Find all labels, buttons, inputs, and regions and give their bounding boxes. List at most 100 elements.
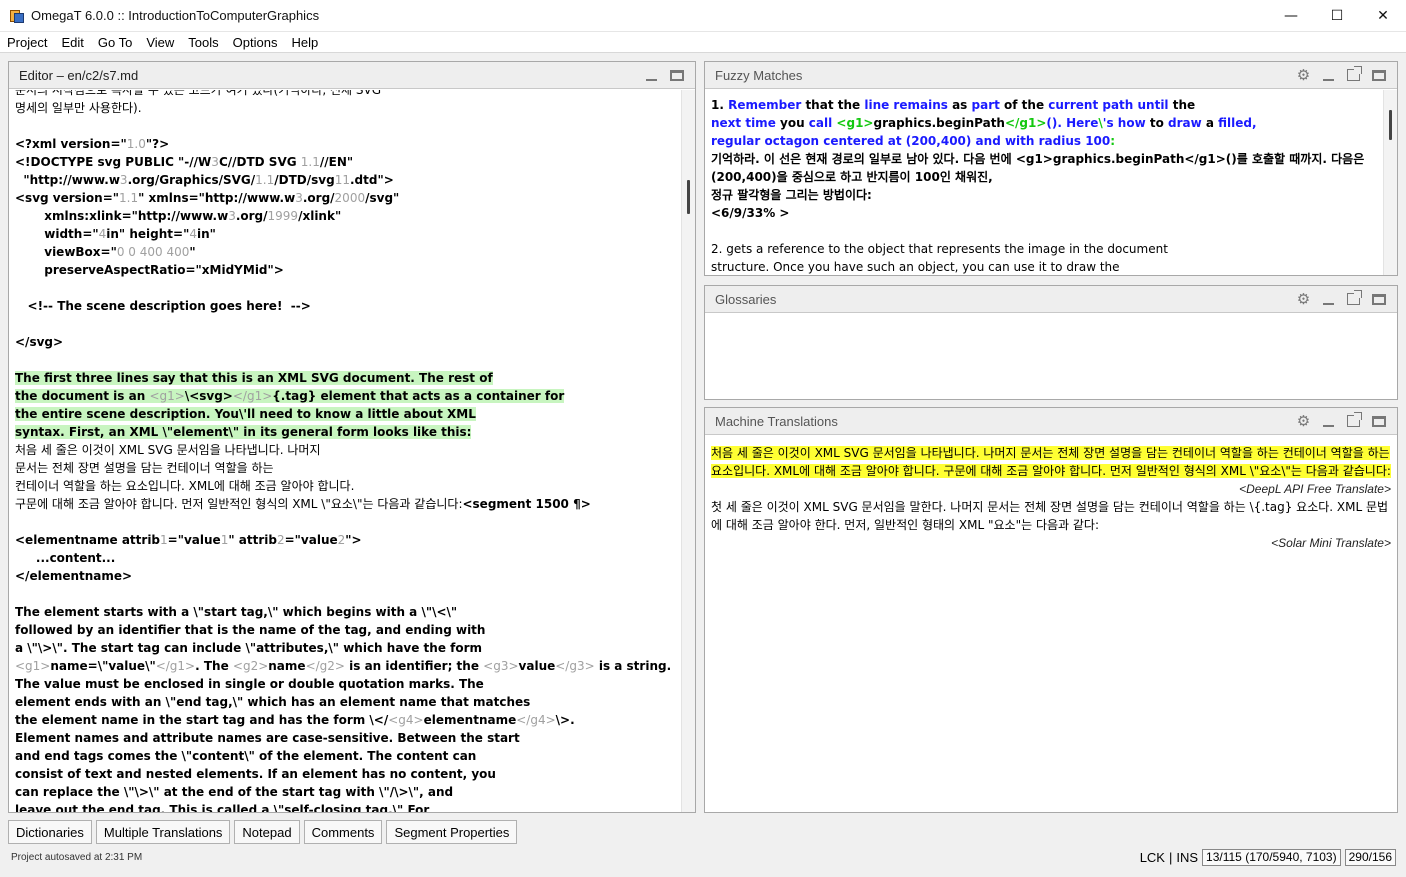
gear-icon[interactable]: ⚙ [1295,413,1312,430]
active-segment-target[interactable]: 구문에 대해 조금 알아야 합니다. 먼저 일반적인 형식의 XML \"요소\… [15,495,681,513]
fuzzy-match-target: (200,400)을 중심으로 하고 반지름이 100인 채워진, [711,170,993,184]
editor-header: Editor – en/c2/s7.md [9,62,695,89]
fuzzy-match-score: <6/9/33% > [711,206,790,220]
active-segment-source: the entire scene description. You\'ll ne… [15,407,476,421]
editor-line: 문서의 시작점으로 복사할 수 있는 코드가 여기 있다(기억하라, 전체 SV… [15,90,382,97]
fuzzy-matches-content[interactable]: 1. Remember that the line remains as par… [705,90,1383,275]
editor-line: <!DOCTYPE svg PUBLIC "-//W3C//DTD SVG 1.… [15,155,354,169]
minimize-pane-icon[interactable] [643,67,660,84]
menu-edit[interactable]: Edit [54,35,90,50]
editor-line: a \"\>\". The start tag can include \"at… [15,641,483,655]
menu-goto[interactable]: Go To [91,35,139,50]
status-separator: | [1168,849,1173,865]
close-window-button[interactable]: ✕ [1360,0,1406,32]
minimize-window-button[interactable]: — [1268,0,1314,32]
editor-scroll-thumb[interactable] [687,180,690,214]
fuzzy-scroll-thumb[interactable] [1389,110,1392,140]
minimize-pane-icon[interactable] [1320,413,1337,430]
tab-comments[interactable]: Comments [303,820,383,844]
machine-translations-title: Machine Translations [715,413,838,429]
fuzzy-matches-pane: Fuzzy Matches ⚙ 1. Remember that the lin… [704,61,1398,276]
editor-line: xmlns:xlink="http://www.w3.org/1999/xlin… [15,209,342,223]
editor-line: <!-- The scene description goes here! --… [15,299,311,313]
editor-line: <svg version="1.1" xmlns="http://www.w3.… [15,191,400,205]
undock-pane-icon[interactable] [1345,290,1362,308]
title-bar: OmegaT 6.0.0 :: IntroductionToComputerGr… [0,0,1406,32]
fuzzy-scrollbar[interactable] [1383,90,1397,275]
editor-title: Editor – en/c2/s7.md [19,67,139,83]
menu-options[interactable]: Options [226,35,285,50]
machine-translations-pane: Machine Translations ⚙ 처음 세 줄은 이것이 XML S… [704,407,1398,813]
machine-translations-header: Machine Translations ⚙ [705,408,1397,435]
active-segment-source: The first three lines say that this is a… [15,371,493,385]
bottom-tabs: Dictionaries Multiple Translations Notep… [8,820,518,844]
deepl-translation[interactable]: 처음 세 줄은 이것이 XML SVG 문서임을 나타냅니다. 나머지 문서는 … [711,444,1391,480]
fuzzy-match-target: 정규 팔각형을 그리는 방법이다: [711,188,872,202]
editor-line: can replace the \"\>\" at the end of the… [15,785,454,799]
editor-line: 명세의 일부만 사용한다). [15,101,142,115]
autosave-status: Project autosaved at 2:31 PM [11,851,143,863]
fuzzy-match-source: structure. Once you have such an object,… [711,260,1120,274]
fuzzy-match-source: regular octagon centered at (200,400) an… [711,134,1116,148]
tab-dictionaries[interactable]: Dictionaries [8,820,92,844]
maximize-pane-icon[interactable] [1370,67,1387,84]
active-segment-target[interactable]: 처음 세 줄은 이것이 XML SVG 문서임을 나타냅니다. 나머지 [15,441,681,459]
editor-line: element ends with an \"end tag,\" which … [15,695,531,709]
window-title: OmegaT 6.0.0 :: IntroductionToComputerGr… [31,8,320,23]
active-segment-target[interactable]: 컨테이너 역할을 하는 요소입니다. XML에 대해 조금 알아야 합니다. [15,477,681,495]
editor-line: and end tags comes the \"content\" of th… [15,749,477,763]
fuzzy-match-target: 기억하라. 이 선은 현재 경로의 일부로 남아 있다. 다음 번에 <g1>g… [711,152,1365,166]
fuzzy-match-source: next time you call <g1>graphics.beginPat… [711,116,1257,130]
maximize-pane-icon[interactable] [1370,291,1387,308]
editor-line: </elementname> [15,569,133,583]
minimize-pane-icon[interactable] [1320,67,1337,84]
solar-translation[interactable]: 첫 세 줄은 이것이 XML SVG 문서임을 말한다. 나머지 문서는 전체 … [711,498,1391,534]
menu-bar: Project Edit Go To View Tools Options He… [0,32,1406,53]
menu-project[interactable]: Project [0,35,54,50]
editor-line: ...content... [15,551,116,565]
active-segment-source: syntax. First, an XML \"element\" in its… [15,425,472,439]
editor-text-area[interactable]: 문서의 시작점으로 복사할 수 있는 코드가 여기 있다(기억하라, 전체 SV… [9,90,681,812]
insert-mode-indicator: INS [1176,849,1199,865]
editor-line: <?xml version="1.0"?> [15,137,170,151]
menu-tools[interactable]: Tools [181,35,225,50]
editor-line: <elementname attrib1="value1" attrib2="v… [15,533,362,547]
tab-multiple-translations[interactable]: Multiple Translations [95,820,231,844]
active-segment-source: the document is an <g1>\<svg></g1>{.tag}… [15,389,565,403]
tab-segment-properties[interactable]: Segment Properties [386,820,518,844]
machine-translations-content[interactable]: 처음 세 줄은 이것이 XML SVG 문서임을 나타냅니다. 나머지 문서는 … [705,436,1397,812]
maximize-pane-icon[interactable] [1370,413,1387,430]
editor-line: Element names and attribute names are ca… [15,731,520,745]
maximize-pane-icon[interactable] [668,67,685,84]
editor-line: consist of text and nested elements. If … [15,767,496,781]
omegat-app-icon [9,8,25,24]
editor-line: leave out the end tag. This is called a … [15,803,430,812]
fuzzy-match-source: 1. Remember that the line remains as par… [711,98,1196,112]
editor-line: followed by an identifier that is the na… [15,623,486,637]
fuzzy-matches-title: Fuzzy Matches [715,67,803,83]
editor-line: preserveAspectRatio="xMidYMid"> [15,263,284,277]
menu-help[interactable]: Help [284,35,325,50]
active-segment-target[interactable]: 문서는 전체 장면 설명을 담는 컨테이너 역할을 하는 [15,459,681,477]
editor-line: the element name in the start tag and ha… [15,713,575,727]
status-bar: Project autosaved at 2:31 PM LCK | INS 1… [0,846,1406,868]
solar-source-label: <Solar Mini Translate> [1271,536,1391,550]
progress-indicator[interactable]: 13/115 (170/5940, 7103) [1202,848,1341,866]
glossaries-pane: Glossaries ⚙ [704,285,1398,400]
lock-indicator: LCK [1139,849,1165,865]
gear-icon[interactable]: ⚙ [1295,67,1312,84]
deepl-source-label: <DeepL API Free Translate> [1239,482,1391,496]
editor-pane: Editor – en/c2/s7.md 문서의 시작점으로 복사할 수 있는 … [8,61,696,813]
menu-view[interactable]: View [139,35,181,50]
gear-icon[interactable]: ⚙ [1295,291,1312,308]
undock-pane-icon[interactable] [1345,66,1362,84]
undock-pane-icon[interactable] [1345,412,1362,430]
char-count-indicator: 290/156 [1344,848,1396,866]
minimize-pane-icon[interactable] [1320,291,1337,308]
fuzzy-matches-header: Fuzzy Matches ⚙ [705,62,1397,89]
tab-notepad[interactable]: Notepad [234,820,300,844]
editor-scrollbar[interactable] [681,90,695,812]
maximize-window-button[interactable]: ☐ [1314,0,1360,32]
glossaries-header: Glossaries ⚙ [705,286,1397,313]
editor-line: The element starts with a \"start tag,\"… [15,605,458,619]
